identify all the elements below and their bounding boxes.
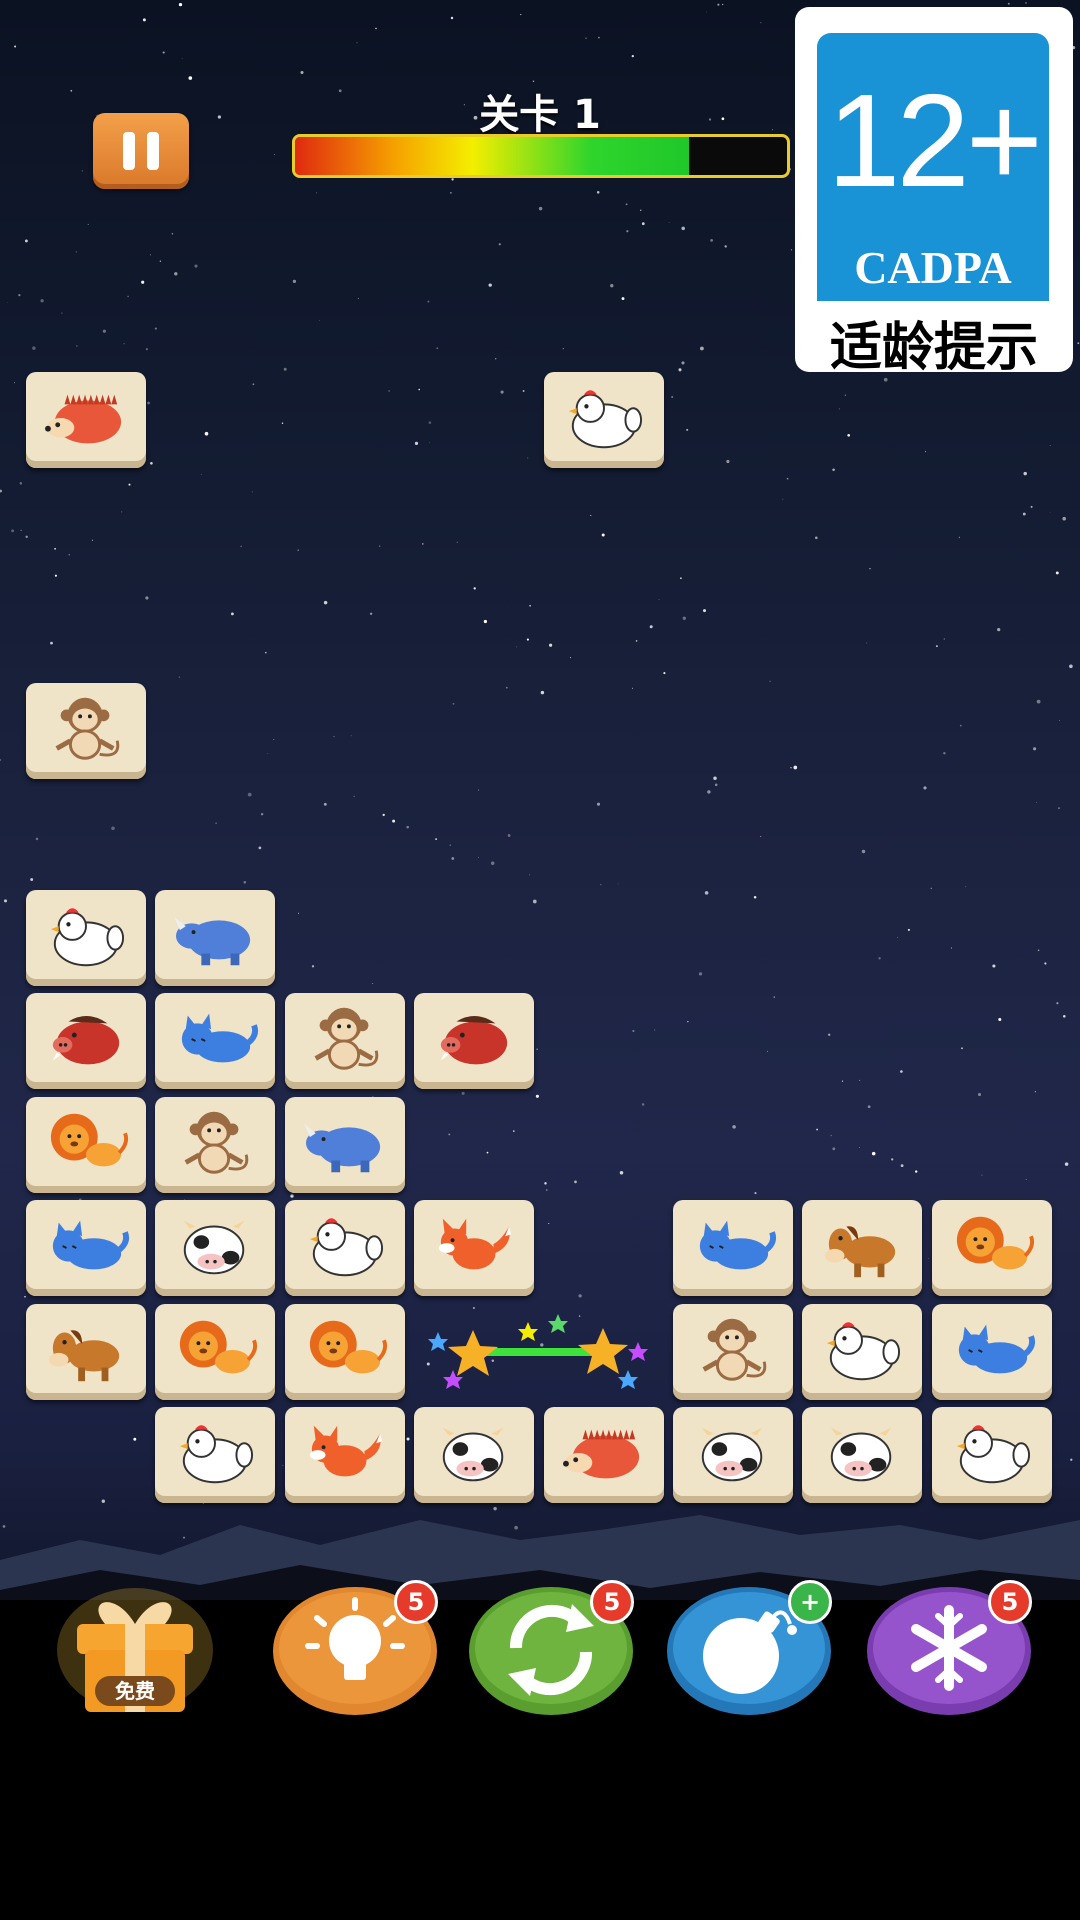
- cow-icon: [701, 1427, 763, 1482]
- tile-chicken[interactable]: [26, 889, 146, 986]
- rating-label: 适龄提示: [829, 318, 1038, 378]
- tile-lion[interactable]: [26, 1096, 146, 1193]
- tile-fox[interactable]: [284, 1407, 405, 1503]
- tile-chicken[interactable]: [155, 1407, 276, 1503]
- progress-fill: [295, 137, 689, 175]
- tile-chicken[interactable]: [284, 1200, 405, 1296]
- tile-cat[interactable]: [673, 1200, 793, 1296]
- fox-icon: [309, 1425, 382, 1477]
- rating-org: CADPA: [854, 242, 1012, 293]
- tile-rhino[interactable]: [155, 889, 276, 986]
- horse-icon: [48, 1329, 120, 1381]
- rating-age: 12+: [827, 67, 1043, 214]
- tile-cow[interactable]: [673, 1407, 793, 1503]
- cat-icon: [52, 1220, 130, 1270]
- horse-icon: [825, 1226, 896, 1278]
- tile-lion[interactable]: [931, 1200, 1052, 1296]
- monkey-icon: [184, 1111, 249, 1174]
- chicken-icon: [180, 1425, 254, 1484]
- rhino-icon: [303, 1123, 380, 1172]
- chicken-icon: [956, 1425, 1030, 1484]
- tile-rhino[interactable]: [284, 1096, 405, 1193]
- shuffle-count-badge: 5: [590, 1580, 634, 1624]
- fox-icon: [439, 1218, 512, 1270]
- boar-icon: [52, 1016, 120, 1065]
- tile-boar[interactable]: [414, 993, 535, 1089]
- hint-count-badge: 5: [394, 1580, 438, 1624]
- monkey-icon: [702, 1318, 767, 1381]
- pause-icon: [123, 132, 135, 170]
- cat-icon: [958, 1324, 1035, 1373]
- cow-icon: [184, 1220, 245, 1275]
- chicken-icon: [568, 390, 642, 449]
- tile-cow[interactable]: [155, 1200, 276, 1296]
- tile-chicken[interactable]: [543, 372, 664, 468]
- rhino-icon: [174, 916, 251, 965]
- tile-monkey[interactable]: [284, 993, 405, 1089]
- lion-icon: [180, 1320, 258, 1373]
- monkey-icon: [314, 1007, 379, 1070]
- level-progress-bar: [292, 134, 790, 178]
- freeze-button[interactable]: 5: [866, 1580, 1032, 1716]
- level-title: 关卡 1: [479, 92, 601, 138]
- tile-boar[interactable]: [26, 993, 146, 1089]
- tile-cow[interactable]: [802, 1407, 923, 1503]
- cow-icon: [442, 1427, 504, 1482]
- lion-icon: [309, 1320, 387, 1373]
- tile-cat[interactable]: [26, 1200, 146, 1296]
- tile-lion[interactable]: [284, 1303, 405, 1400]
- free-gift-button[interactable]: 免费: [55, 1580, 215, 1720]
- lion-icon: [50, 1113, 129, 1166]
- tile-horse[interactable]: [26, 1303, 146, 1400]
- hedgehog-icon: [45, 394, 122, 444]
- tile-chicken[interactable]: [802, 1303, 923, 1400]
- gift-label: 免费: [95, 1676, 175, 1706]
- powerup-bar: 免费 5 5 + 5: [0, 1580, 1080, 1740]
- tile-monkey[interactable]: [26, 682, 146, 779]
- tile-lion[interactable]: [155, 1303, 276, 1400]
- tile-horse[interactable]: [802, 1200, 923, 1296]
- hint-button[interactable]: 5: [272, 1580, 438, 1716]
- tile-cat[interactable]: [931, 1303, 1052, 1400]
- tile-cow[interactable]: [414, 1407, 535, 1503]
- chicken-icon: [827, 1321, 901, 1380]
- tile-fox[interactable]: [414, 1200, 535, 1296]
- lion-icon: [956, 1216, 1034, 1270]
- chicken-icon: [50, 907, 125, 966]
- hedgehog-icon: [562, 1429, 639, 1479]
- tile-chicken[interactable]: [931, 1407, 1052, 1503]
- monkey-icon: [55, 697, 120, 760]
- age-rating-badge: 12+ CADPA 适龄提示: [795, 7, 1073, 378]
- bomb-button[interactable]: +: [666, 1580, 832, 1716]
- cow-icon: [831, 1427, 892, 1482]
- tile-hedgehog[interactable]: [26, 372, 146, 468]
- tile-hedgehog[interactable]: [543, 1407, 664, 1503]
- chicken-icon: [309, 1218, 383, 1277]
- tile-cat[interactable]: [155, 993, 276, 1089]
- pause-button[interactable]: [93, 113, 189, 189]
- cat-icon: [182, 1013, 259, 1063]
- cat-icon: [699, 1220, 777, 1270]
- match-link-effect: [428, 1314, 648, 1389]
- tile-monkey[interactable]: [673, 1303, 793, 1400]
- shuffle-button[interactable]: 5: [468, 1580, 634, 1716]
- tile-monkey[interactable]: [155, 1096, 276, 1193]
- freeze-count-badge: 5: [988, 1580, 1032, 1624]
- bomb-add-badge: +: [788, 1580, 832, 1624]
- boar-icon: [441, 1016, 508, 1065]
